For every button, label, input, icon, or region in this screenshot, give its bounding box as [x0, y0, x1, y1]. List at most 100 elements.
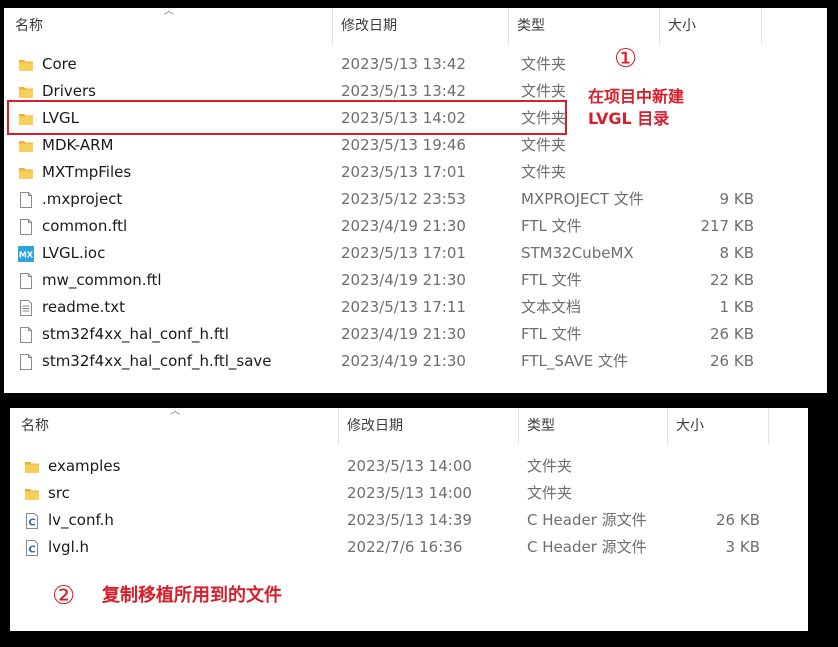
folder-icon	[18, 138, 34, 154]
file-modified: 2023/5/13 14:00	[347, 457, 472, 475]
column-header-row: ︿ 名称 修改日期 类型 大小	[4, 8, 827, 44]
file-type: 文件夹	[521, 136, 567, 154]
file-row[interactable]: examples 2023/5/13 14:00 文件夹	[10, 453, 808, 480]
file-modified: 2023/5/13 19:46	[341, 136, 466, 154]
c-header-icon: C	[24, 513, 40, 529]
file-row[interactable]: stm32f4xx_hal_conf_h.ftl_save 2023/4/19 2…	[4, 348, 827, 375]
column-divider[interactable]	[761, 8, 762, 44]
file-size	[670, 480, 760, 507]
annotation-text-line-1: 在项目中新建	[588, 87, 685, 106]
file-size: 22 KB	[710, 271, 754, 289]
annotation-number-1: ①	[614, 44, 638, 74]
file-list-panel-project: ︿ 名称 修改日期 类型 大小 Core 2023/5/13 13:42 文件夹 Dr…	[4, 8, 827, 393]
file-type: 文件夹	[527, 484, 573, 502]
file-name: src	[48, 484, 70, 502]
folder-icon	[18, 57, 34, 73]
file-row[interactable]: stm32f4xx_hal_conf_h.ftl 2023/4/19 21:30 F…	[4, 321, 827, 348]
file-icon	[18, 219, 34, 235]
file-size: 9 KB	[719, 190, 754, 208]
folder-icon	[18, 165, 34, 181]
file-modified: 2023/4/19 21:30	[341, 325, 466, 343]
file-size	[664, 132, 754, 159]
file-row[interactable]: Clvgl.h 2022/7/6 16:36 C Header 源文件 3 KB	[10, 534, 808, 561]
file-size: 26 KB	[710, 352, 754, 370]
file-row[interactable]: MXTmpFiles 2023/5/13 17:01 文件夹	[4, 159, 827, 186]
file-type: C Header 源文件	[527, 538, 647, 556]
file-size: 8 KB	[719, 244, 754, 262]
file-icon	[18, 192, 34, 208]
svg-text:C: C	[28, 518, 35, 529]
file-row[interactable]: MDK-ARM 2023/5/13 19:46 文件夹	[4, 132, 827, 159]
column-header-size[interactable]: 大小	[667, 408, 767, 444]
file-row[interactable]: MX LVGL.ioc 2023/5/13 17:01 STM32CubeMX 8 KB	[4, 240, 827, 267]
file-modified: 2022/7/6 16:36	[347, 538, 463, 556]
file-icon	[18, 327, 34, 343]
file-type: 文件夹	[521, 163, 567, 181]
file-name: lv_conf.h	[48, 511, 114, 529]
file-type: FTL 文件	[521, 217, 582, 235]
folder-icon	[24, 486, 40, 502]
file-row[interactable]: common.ftl 2023/4/19 21:30 FTL 文件 217 KB	[4, 213, 827, 240]
file-size: 3 KB	[725, 538, 760, 556]
file-modified: 2023/5/13 17:01	[341, 244, 466, 262]
file-modified: 2023/5/13 14:00	[347, 484, 472, 502]
folder-icon	[24, 459, 40, 475]
file-row[interactable]: .mxproject 2023/5/12 23:53 MXPROJECT 文件 9 K…	[4, 186, 827, 213]
column-header-row: ︿ 名称 修改日期 类型 大小	[10, 408, 808, 444]
column-header-type[interactable]: 类型	[518, 408, 668, 444]
text-file-icon	[18, 300, 34, 316]
file-name: .mxproject	[42, 190, 123, 208]
file-modified: 2023/5/12 23:53	[341, 190, 466, 208]
file-name: mw_common.ftl	[42, 271, 162, 289]
file-size: 217 KB	[700, 217, 754, 235]
file-type: STM32CubeMX	[521, 244, 634, 262]
file-row[interactable]: Core 2023/5/13 13:42 文件夹	[4, 51, 827, 78]
file-size: 26 KB	[710, 325, 754, 343]
file-name: common.ftl	[42, 217, 128, 235]
file-modified: 2023/5/13 17:01	[341, 163, 466, 181]
file-name: readme.txt	[42, 298, 126, 316]
file-size	[664, 159, 754, 186]
column-header-name[interactable]: 名称	[6, 8, 331, 44]
column-header-size[interactable]: 大小	[659, 8, 759, 44]
file-modified: 2023/4/19 21:30	[341, 271, 466, 289]
column-header-modified[interactable]: 修改日期	[338, 408, 513, 444]
file-row[interactable]: readme.txt 2023/5/13 17:11 文本文档 1 KB	[4, 294, 827, 321]
annotation-text-copy-files: 复制移植所用到的文件	[102, 585, 282, 606]
file-name: LVGL.ioc	[42, 244, 106, 262]
annotation-text-line-2: LVGL 目录	[588, 109, 670, 128]
column-divider[interactable]	[768, 408, 769, 444]
file-type: FTL_SAVE 文件	[521, 352, 628, 370]
column-header-name[interactable]: 名称	[12, 408, 337, 444]
mx-icon: MX	[18, 246, 34, 262]
file-name: Core	[42, 55, 77, 73]
file-name: lvgl.h	[48, 538, 90, 556]
file-type: 文本文档	[521, 298, 582, 316]
file-type: 文件夹	[527, 457, 573, 475]
file-size: 1 KB	[719, 298, 754, 316]
file-name: stm32f4xx_hal_conf_h.ftl	[42, 325, 229, 343]
file-type: C Header 源文件	[527, 511, 647, 529]
column-header-type[interactable]: 类型	[508, 8, 658, 44]
svg-text:C: C	[28, 545, 35, 556]
file-modified: 2023/4/19 21:30	[341, 352, 466, 370]
annotation-number-2: ②	[52, 581, 76, 611]
c-header-icon: C	[24, 540, 40, 556]
file-row[interactable]: Clv_conf.h 2023/5/13 14:39 C Header 源文件 26 …	[10, 507, 808, 534]
file-type: MXPROJECT 文件	[521, 190, 644, 208]
file-list-panel-lvgl: ︿ 名称 修改日期 类型 大小 examples 2023/5/13 14:00 文…	[10, 408, 808, 631]
file-row[interactable]: src 2023/5/13 14:00 文件夹	[10, 480, 808, 507]
file-name: examples	[48, 457, 121, 475]
file-modified: 2023/4/19 21:30	[341, 217, 466, 235]
file-size	[664, 105, 754, 132]
file-row[interactable]: mw_common.ftl 2023/4/19 21:30 FTL 文件 22 KB	[4, 267, 827, 294]
file-icon	[18, 273, 34, 289]
column-header-modified[interactable]: 修改日期	[332, 8, 507, 44]
svg-text:MX: MX	[19, 251, 34, 260]
file-modified: 2023/5/13 17:11	[341, 298, 466, 316]
file-name: stm32f4xx_hal_conf_h.ftl_save	[42, 352, 272, 370]
file-name: MXTmpFiles	[42, 163, 132, 181]
file-modified: 2023/5/13 14:39	[347, 511, 472, 529]
file-modified: 2023/5/13 13:42	[341, 55, 466, 73]
file-type: 文件夹	[521, 55, 567, 73]
